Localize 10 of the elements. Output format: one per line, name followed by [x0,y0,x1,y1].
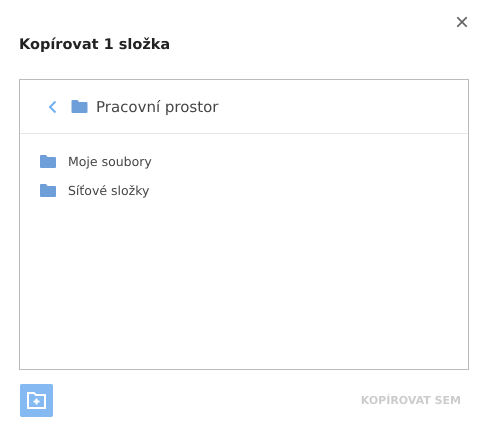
current-folder-name: Pracovní prostor [96,98,218,116]
folder-icon [40,184,56,197]
add-folder-icon [27,392,46,409]
folder-icon [71,100,88,113]
close-button[interactable]: × [454,12,469,34]
new-folder-button[interactable] [20,384,53,417]
folder-item[interactable]: Síťové složky [68,183,150,198]
folder-item[interactable]: Moje soubory [68,154,152,169]
dialog-title: Kopírovat 1 složka [19,37,172,53]
folder-icon [40,155,56,168]
